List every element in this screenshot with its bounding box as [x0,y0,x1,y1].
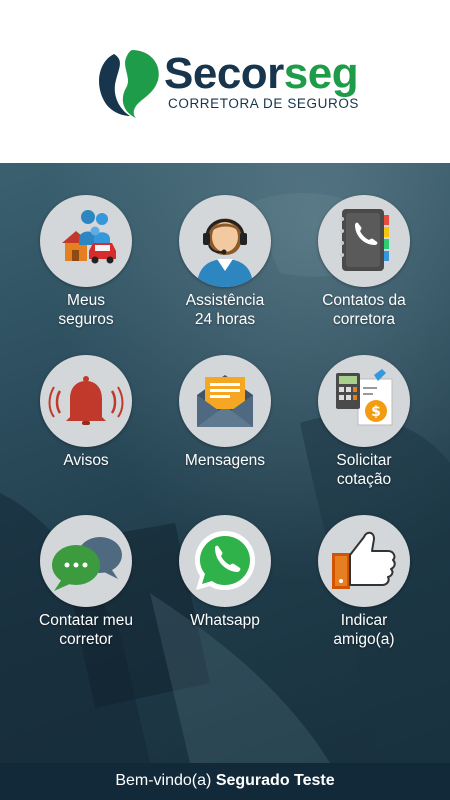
envelope-icon [179,355,271,447]
menu-item-label: Whatsapp [190,612,260,629]
menu-item-label: Contatos da corretora [322,292,406,328]
menu-area: Meus seguros Assistência 24 horas Contat… [0,163,450,763]
greeting-text: Bem-vindo(a) [115,772,212,789]
chat-bubbles-icon [40,515,132,607]
menu-item-label: Indicar amigo(a) [333,612,395,648]
whatsapp-icon [179,515,271,607]
user-name: Segurado Teste [215,772,335,789]
menu-item-label: Avisos [63,452,109,469]
phone-book-icon [318,195,410,287]
menu-grid: Meus seguros Assistência 24 horas Contat… [0,163,450,763]
menu-item-label: Contatar meu corretor [39,612,133,648]
svg-text:$: $ [371,404,381,420]
brand-tagline: CORRETORA DE SEGUROS [168,96,360,111]
logo-swirl-icon [99,50,159,118]
menu-item-label: Solicitar cotação [336,452,392,488]
calculator-document-icon: $ [318,355,410,447]
welcome-bar: Bem-vindo(a) Segurado Teste [0,763,450,800]
secorseg-logo: Secorseg CORRETORA DE SEGUROS [92,46,362,118]
brand-name: Secorseg [164,49,359,98]
family-house-car-icon [40,195,132,287]
brand-name-part2: seg [283,49,359,98]
welcome-message: Bem-vindo(a) Segurado Teste [0,772,450,790]
menu-item-label: Meus seguros [58,292,114,328]
headset-attendant-icon [179,195,271,287]
menu-item-label: Mensagens [184,452,266,469]
app-header: Secorseg CORRETORA DE SEGUROS [0,0,450,163]
menu-item-label: Assistência 24 horas [185,292,265,328]
brand-name-part1: Secor [164,49,284,98]
alarm-bell-icon [40,355,132,447]
thumbs-up-icon [318,515,410,607]
